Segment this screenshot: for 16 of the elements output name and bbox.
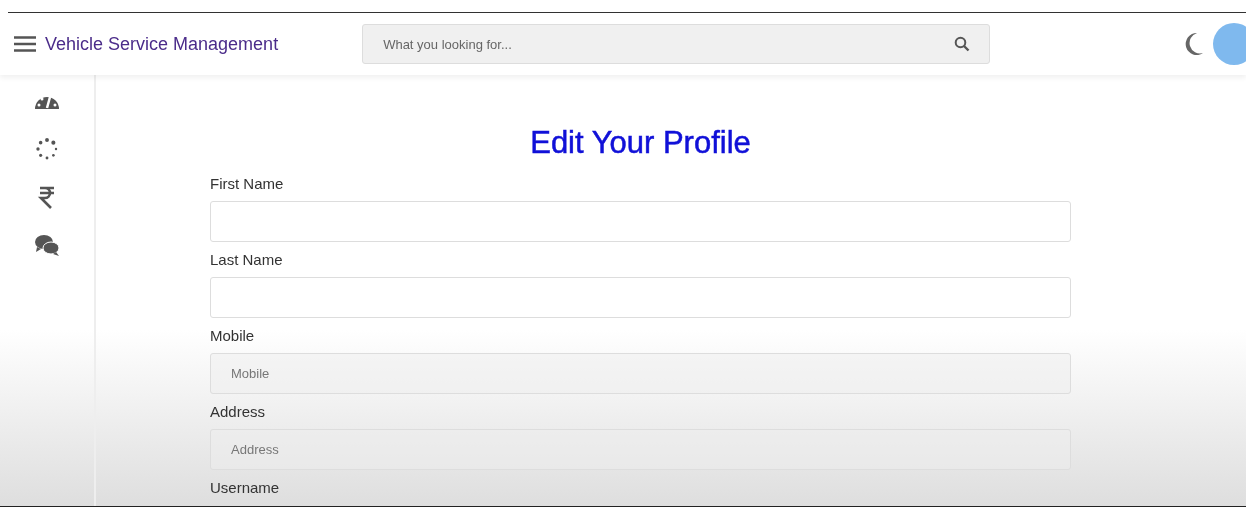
field-label: Mobile [210, 327, 256, 345]
page-heading: Edit Your Profile [529, 125, 752, 161]
menu-icon[interactable] [14, 36, 36, 52]
chat-icon[interactable] [34, 233, 60, 257]
app-title: Vehicle Service Management [45, 33, 279, 55]
field-label: First Name [210, 175, 285, 193]
input-field[interactable]: Mobile [210, 353, 1071, 394]
input-field[interactable] [210, 277, 1071, 318]
search-icon[interactable] [954, 36, 971, 52]
input-field[interactable]: Address [210, 429, 1071, 470]
input-field[interactable] [210, 201, 1071, 242]
field-label: Username [210, 479, 281, 497]
field-label: Last Name [210, 251, 284, 269]
search-field[interactable]: What you looking for... [362, 24, 991, 64]
field-label: Address [210, 403, 267, 421]
spinner-icon[interactable] [34, 137, 60, 161]
